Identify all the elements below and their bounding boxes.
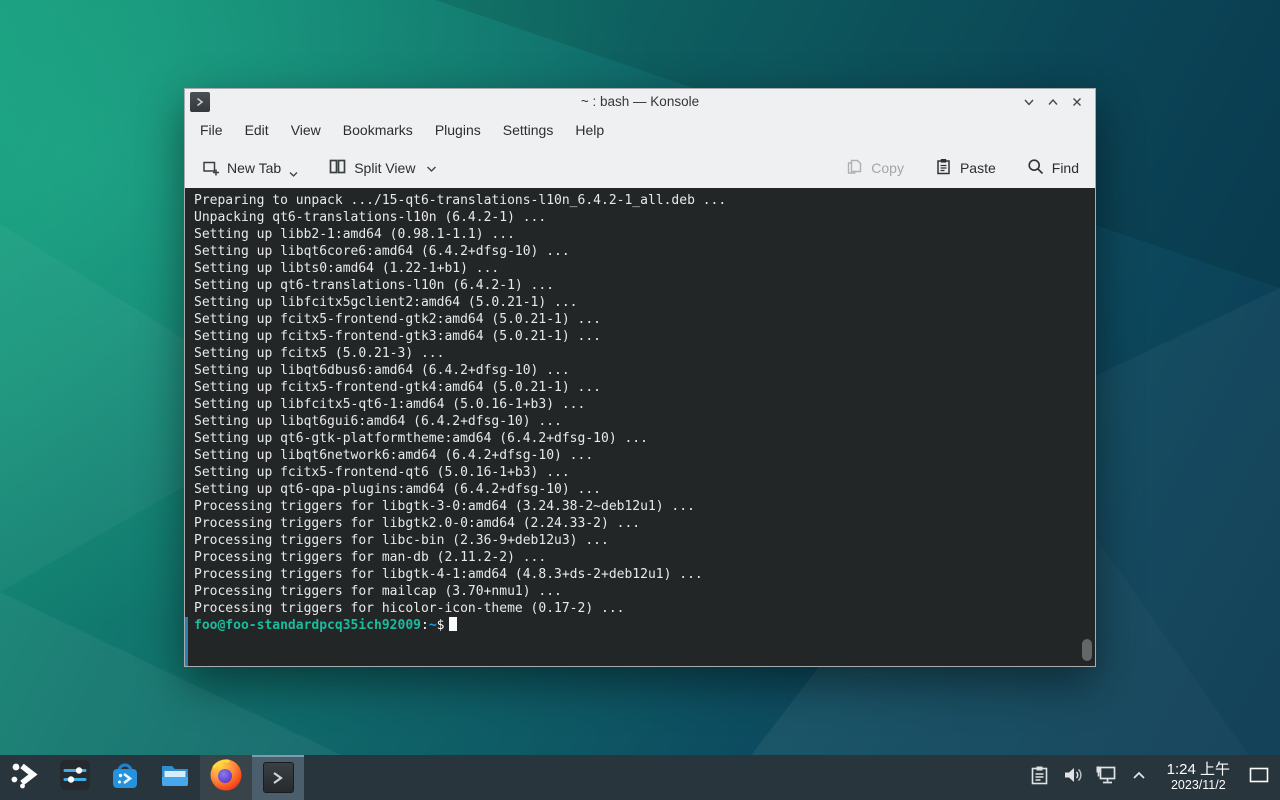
new-tab-dropdown-chevron-icon[interactable]: [289, 165, 298, 181]
prompt-user-host: foo@foo-standardpcq35ich92009: [194, 618, 421, 633]
paste-label: Paste: [960, 160, 996, 176]
terminal-output: Preparing to unpack .../15-qt6-translati…: [194, 192, 1083, 617]
expand-tray-button[interactable]: [1126, 755, 1152, 800]
volume-icon: [1062, 764, 1084, 791]
new-tab-label: New Tab: [227, 160, 281, 176]
find-button[interactable]: Find: [1026, 157, 1079, 179]
clock-time: 1:24 上午: [1167, 762, 1230, 779]
maximize-button[interactable]: [1043, 92, 1063, 112]
split-view-dropdown-chevron-icon[interactable]: [426, 160, 437, 176]
menu-edit[interactable]: Edit: [234, 114, 280, 147]
dolphin-file-manager-icon: [158, 758, 192, 797]
network-tray-button[interactable]: [1093, 755, 1119, 800]
find-icon: [1026, 157, 1045, 179]
taskbar-task-konsole[interactable]: [252, 755, 304, 800]
menu-file[interactable]: File: [189, 114, 234, 147]
network-icon: [1094, 763, 1118, 792]
new-output-marker: [185, 617, 188, 666]
menu-plugins[interactable]: Plugins: [424, 114, 492, 147]
paste-icon: [934, 157, 953, 179]
show-desktop-icon: [1249, 767, 1269, 788]
firefox-icon: [208, 757, 244, 798]
window-title: ~ : bash — Konsole: [185, 94, 1095, 109]
prompt-path: ~: [429, 618, 437, 633]
show-desktop-button[interactable]: [1244, 755, 1274, 800]
split-view-icon: [328, 157, 347, 179]
find-label: Find: [1052, 160, 1079, 176]
taskbar-panel: 1:24 上午 2023/11/2: [0, 755, 1280, 800]
new-tab-button[interactable]: New Tab: [201, 157, 298, 179]
clipboard-tray-button[interactable]: [1027, 755, 1053, 800]
terminal-cursor: [449, 617, 457, 631]
window-titlebar[interactable]: ~ : bash — Konsole: [185, 89, 1095, 114]
konsole-icon: [263, 762, 294, 793]
taskbar-task-firefox[interactable]: [200, 755, 252, 800]
dolphin-launcher[interactable]: [150, 755, 200, 800]
system-settings-launcher[interactable]: [50, 755, 100, 800]
application-launcher-icon: [9, 759, 41, 796]
copy-button[interactable]: Copy: [845, 157, 904, 179]
clock-date: 2023/11/2: [1167, 779, 1230, 793]
new-tab-icon: [201, 157, 220, 179]
discover-icon: [108, 758, 142, 797]
copy-label: Copy: [871, 160, 904, 176]
menu-view[interactable]: View: [280, 114, 332, 147]
menu-help[interactable]: Help: [564, 114, 615, 147]
split-view-button[interactable]: Split View: [328, 157, 437, 179]
toolbar: New Tab Split View Copy Paste: [185, 147, 1095, 188]
close-button[interactable]: [1067, 92, 1087, 112]
paste-button[interactable]: Paste: [934, 157, 996, 179]
application-launcher-button[interactable]: [0, 755, 50, 800]
terminal-view[interactable]: Preparing to unpack .../15-qt6-translati…: [185, 188, 1095, 666]
menu-settings[interactable]: Settings: [492, 114, 565, 147]
clipboard-icon: [1029, 765, 1050, 791]
digital-clock[interactable]: 1:24 上午 2023/11/2: [1167, 762, 1230, 792]
minimize-button[interactable]: [1019, 92, 1039, 112]
discover-launcher[interactable]: [100, 755, 150, 800]
konsole-app-icon: [190, 92, 210, 112]
terminal-scrollbar[interactable]: [1082, 639, 1092, 661]
menu-bookmarks[interactable]: Bookmarks: [332, 114, 424, 147]
volume-tray-button[interactable]: [1060, 755, 1086, 800]
shell-prompt: foo@foo-standardpcq35ich92009:~$: [194, 617, 1083, 634]
copy-icon: [845, 157, 864, 179]
menu-bar: File Edit View Bookmarks Plugins Setting…: [185, 114, 1095, 147]
expand-tray-chevron-icon: [1130, 766, 1148, 789]
system-tray: 1:24 上午 2023/11/2: [1027, 755, 1280, 800]
system-settings-icon: [58, 758, 92, 797]
split-view-label: Split View: [354, 160, 415, 176]
konsole-window: ~ : bash — Konsole File Edit View Bookma…: [184, 88, 1096, 667]
